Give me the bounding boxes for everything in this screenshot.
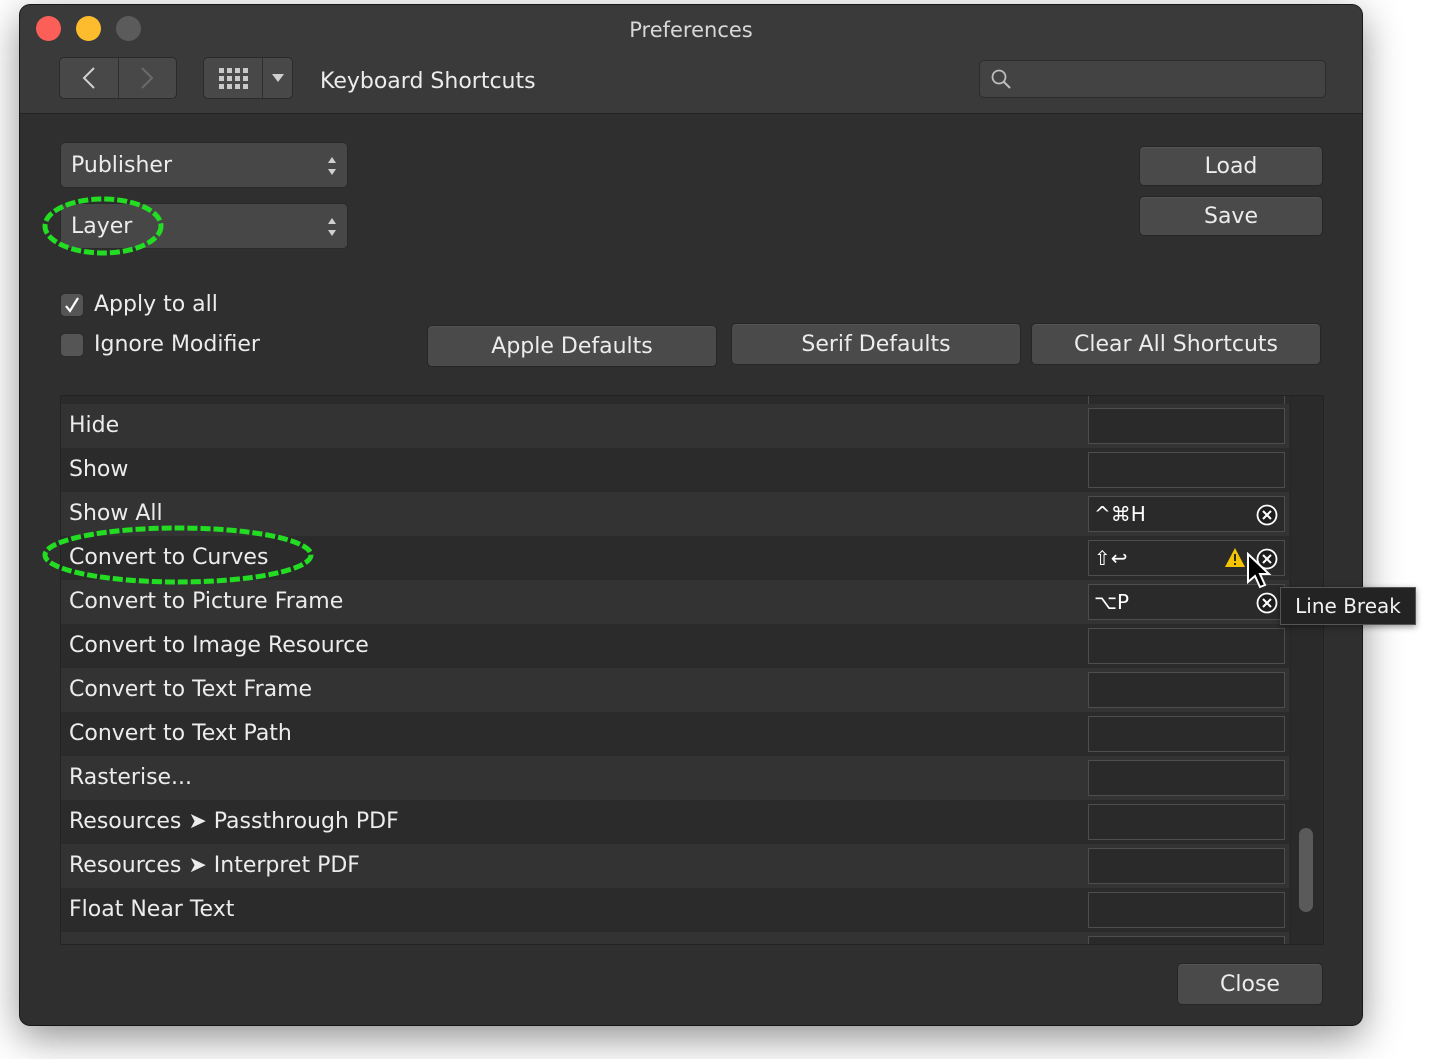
shortcut-name: Convert to Curves bbox=[69, 545, 269, 570]
show-all-button[interactable] bbox=[204, 58, 263, 98]
apply-to-all-label: Apply to all bbox=[94, 292, 218, 317]
scrollbar-thumb[interactable] bbox=[1299, 828, 1313, 912]
checkmark-icon bbox=[65, 296, 79, 313]
table-row[interactable]: Convert to Picture Frame ⌥P bbox=[61, 580, 1289, 624]
apply-to-all-option[interactable]: Apply to all bbox=[60, 292, 218, 317]
search-icon bbox=[991, 69, 1011, 89]
close-button[interactable]: Close bbox=[1177, 963, 1323, 1005]
preferences-menu-button[interactable] bbox=[263, 58, 292, 98]
back-button[interactable] bbox=[60, 58, 118, 98]
table-row[interactable]: Convert to Curves ⇧↩ bbox=[61, 536, 1289, 580]
shortcut-name: Rasterise... bbox=[69, 765, 193, 790]
grid-icon bbox=[218, 67, 248, 89]
clear-all-shortcuts-button[interactable]: Clear All Shortcuts bbox=[1031, 323, 1321, 365]
toolbar: Preferences Keyboard Shortcuts bbox=[20, 5, 1362, 114]
chevron-right-icon bbox=[141, 67, 154, 89]
ignore-modifier-label: Ignore Modifier bbox=[94, 332, 260, 357]
shortcut-name: Convert to Text Path bbox=[69, 721, 292, 746]
triangle-down-icon bbox=[271, 74, 284, 82]
application-select-value: Publisher bbox=[71, 153, 172, 178]
table-row[interactable]: Convert to Text Path bbox=[61, 712, 1289, 756]
search-input[interactable] bbox=[1018, 65, 1320, 93]
shortcut-name: Resources ➤ Passthrough PDF bbox=[69, 809, 399, 834]
load-button[interactable]: Load bbox=[1139, 146, 1323, 186]
shortcut-name: Resources ➤ Interpret PDF bbox=[69, 853, 360, 878]
shortcut-keys: ⌥P bbox=[1094, 590, 1130, 614]
shortcut-name: Convert to Text Frame bbox=[69, 677, 313, 702]
shortcut-field[interactable] bbox=[1088, 936, 1285, 944]
window-title: Preferences bbox=[629, 18, 753, 42]
table-row[interactable]: Float Near Text bbox=[61, 888, 1289, 932]
shortcut-field[interactable] bbox=[1088, 628, 1285, 664]
shortcut-name: Convert to Picture Frame bbox=[69, 589, 344, 614]
table-row[interactable]: Rasterise... bbox=[61, 756, 1289, 800]
stepper-arrows-icon bbox=[328, 157, 336, 175]
shortcut-name: Hide bbox=[69, 413, 120, 438]
shortcut-name: Show bbox=[69, 457, 129, 482]
shortcut-name: Float Near Text bbox=[69, 897, 235, 922]
shortcut-field[interactable] bbox=[1088, 452, 1285, 488]
shortcut-field[interactable] bbox=[1088, 892, 1285, 928]
section-title: Keyboard Shortcuts bbox=[320, 69, 536, 94]
serif-defaults-button[interactable]: Serif Defaults bbox=[731, 323, 1021, 365]
shortcut-field[interactable] bbox=[1088, 760, 1285, 796]
shortcut-keys: ⇧↩ bbox=[1094, 546, 1128, 570]
preferences-window: Preferences Keyboard Shortcuts Publisher… bbox=[20, 5, 1362, 1025]
shortcut-field[interactable]: ^⌘H bbox=[1088, 496, 1285, 532]
ignore-modifier-checkbox[interactable] bbox=[60, 332, 84, 357]
forward-button[interactable] bbox=[117, 58, 177, 98]
apple-defaults-button[interactable]: Apple Defaults bbox=[427, 325, 717, 367]
chevron-left-icon bbox=[82, 67, 95, 89]
table-row[interactable]: Resources ➤ Passthrough PDF bbox=[61, 800, 1289, 844]
shortcut-name: Convert to Image Resource bbox=[69, 633, 369, 658]
clear-shortcut-icon[interactable] bbox=[1256, 504, 1278, 526]
shortcut-keys: ^⌘H bbox=[1094, 502, 1146, 526]
table-row[interactable]: Convert to Image Resource bbox=[61, 624, 1289, 668]
shortcut-field[interactable] bbox=[1088, 804, 1285, 840]
shortcut-field[interactable] bbox=[1088, 408, 1285, 444]
navigation-buttons bbox=[59, 57, 177, 99]
warning-icon bbox=[1225, 548, 1245, 567]
table-row[interactable]: Show All ^⌘H bbox=[61, 492, 1289, 536]
shortcut-field[interactable] bbox=[1088, 716, 1285, 752]
table-row[interactable]: Resources ➤ Interpret PDF bbox=[61, 844, 1289, 888]
shortcut-name: Show All bbox=[69, 501, 163, 526]
category-select-value: Layer bbox=[71, 214, 133, 239]
table-row[interactable]: Convert to Text Frame bbox=[61, 668, 1289, 712]
category-select[interactable]: Layer bbox=[60, 203, 348, 249]
search-field[interactable] bbox=[979, 60, 1326, 98]
shortcut-field[interactable] bbox=[1088, 848, 1285, 884]
apply-to-all-checkbox[interactable] bbox=[60, 292, 84, 317]
table-row[interactable]: Show bbox=[61, 448, 1289, 492]
table-row bbox=[61, 932, 1289, 944]
shortcuts-table: Hide Show Show All ^⌘H Convert to Curves… bbox=[60, 395, 1324, 945]
ignore-modifier-option[interactable]: Ignore Modifier bbox=[60, 332, 260, 357]
stepper-arrows-icon bbox=[328, 218, 336, 236]
mouse-pointer-icon bbox=[1247, 552, 1272, 589]
show-all-preferences-control bbox=[203, 57, 293, 99]
shortcut-field[interactable] bbox=[1088, 672, 1285, 708]
save-button[interactable]: Save bbox=[1139, 196, 1323, 236]
application-select[interactable]: Publisher bbox=[60, 142, 348, 188]
clear-shortcut-icon[interactable] bbox=[1256, 592, 1278, 614]
tooltip: Line Break bbox=[1280, 587, 1416, 625]
table-row[interactable]: Hide bbox=[61, 404, 1289, 448]
